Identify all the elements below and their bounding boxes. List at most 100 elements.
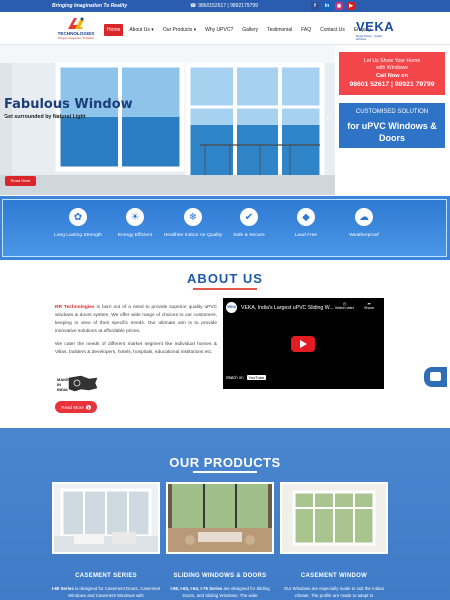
product-card-casement-series[interactable] [52,482,160,554]
about-para2: We cater the needs of different market s… [55,342,217,356]
header: TECHNOLOGIES Bringing Imagination To Rea… [0,12,450,45]
about-read-more-button[interactable]: Read More ❯ [55,401,97,413]
feature-long-lasting: ✿ Long Lasting Strength [48,208,108,239]
watch-later-button[interactable]: ◷ Watch later [335,301,354,310]
call-card-line1: Let Us Show Your Home [363,58,421,64]
main-nav: Home About Us ▾ Our Products ▾ Why UPVC?… [104,24,377,36]
chat-icon [430,372,441,381]
drop-icon: ◆ [297,208,315,226]
customised-solution-card[interactable]: CUSTOMISED SOLUTION for uPVC Windows & D… [339,103,445,148]
brand-name: RR Technologies [55,305,95,310]
read-more-label: Read More [61,404,84,410]
chat-widget-button[interactable] [424,367,447,387]
chevron-right-icon: ❯ [85,404,91,410]
share-label: Share [364,306,375,310]
phone-number[interactable]: 9860152617 | 9892179799 [198,3,258,9]
logo-mark-icon [68,17,84,29]
snowflake-icon: ❄ [184,208,202,226]
play-button-icon[interactable] [291,336,315,352]
about-underline [193,288,257,290]
features-box: ✿ Long Lasting Strength ☀ Energy Efficie… [2,199,447,257]
feature-weatherproof: ☁ Weatherproof [334,208,394,239]
hero-read-more-button[interactable]: Read More [5,176,36,186]
product-description: Our Windows are especially made to suit … [278,586,390,599]
products-section: OUR PRODUCTS CASEMENT SERIES SLIDING WIN… [0,428,450,600]
solution-card-line1: CUSTOMISED SOLUTION [355,109,429,115]
call-card-phones[interactable]: 98601 52617 | 98921 79799 [339,81,445,88]
nav-gallery[interactable]: Gallery [239,24,261,36]
nav-home[interactable]: Home [104,24,124,36]
product-description: I-60 Series is designed for Casement Doo… [50,586,162,599]
product-description: I-58, I-63, I-64, I-75 Series are design… [164,586,276,599]
nav-contact-us[interactable]: Contact Us [317,24,348,36]
logo-sub: Bringing Imagination To Reality [58,37,94,40]
watch-later-label: Watch later [335,306,355,310]
casement-window-image [282,484,386,552]
feature-label: Lead Free [294,233,318,238]
facebook-icon[interactable]: f [311,2,319,10]
linkedin-icon[interactable]: in [323,2,331,10]
feature-safe-secure: ✔ Safe & Secure [219,208,279,239]
instagram-icon[interactable]: ◉ [335,2,343,10]
feature-lead-free: ◆ Lead Free [276,208,336,239]
phone-icon: ☎ [190,3,197,9]
youtube-icon[interactable]: ▶ [347,2,355,10]
nav-our-products[interactable]: Our Products ▾ [160,24,199,36]
hero-slider[interactable]: Fabulous Window Get surrounded by Natura… [0,45,335,195]
video-title[interactable]: VEKA, India's Largest uPVC Sliding W... [241,305,334,311]
product-series-name: I-60 Series [51,586,74,591]
feature-label: Energy Efficient [117,233,153,238]
about-title: ABOUT US [187,271,263,286]
watch-on-youtube[interactable]: Watch on YouTube [226,375,267,380]
feature-label: Weatherproof [349,233,379,238]
make-in-india-logo: MAKE IN INDIA [57,375,98,392]
social-links: f in ◉ ▶ [311,2,355,10]
tagline: Bringing Imagination To Reality [52,3,128,9]
feature-label: Long Lasting Strength [54,233,102,238]
feature-energy-efficient: ☀ Energy Efficient [105,208,165,239]
feature-indoor-air: ❄ Healthier Indoor Air Quality [163,208,223,239]
bulb-icon: ☀ [126,208,144,226]
slider-prev-icon[interactable]: ‹ [3,112,6,122]
products-underline [193,471,257,473]
call-now-card[interactable]: Let Us Show Your Home with Windows Call … [339,52,445,95]
leaf-icon: ✿ [69,208,87,226]
share-button[interactable]: ➦ Share [364,301,374,310]
product-series-name: I-58, I-63, I-64, I-75 Series [170,586,223,591]
solution-card-line2: for uPVC Windows & Doors [347,121,437,143]
hero-title: Fabulous Window [4,97,133,112]
nav-faq[interactable]: FAQ [298,24,314,36]
products-title: OUR PRODUCTS [169,455,281,470]
call-card-line2: with Windows [376,65,408,71]
svg-text:INDIA: INDIA [57,387,68,392]
about-para1: RR Technologies is born out of a need to… [55,304,217,336]
top-bar: Bringing Imagination To Reality ☎ 9860152… [0,0,450,12]
veka-sub: Bridge Partner · Quality Windows [356,35,383,41]
nav-testimonial[interactable]: Testimonial [264,24,295,36]
site-logo[interactable]: TECHNOLOGIES Bringing Imagination To Rea… [54,17,98,43]
features-strip: ✿ Long Lasting Strength ☀ Energy Efficie… [0,196,450,260]
product-card-sliding[interactable] [166,482,274,554]
about-text: RR Technologies is born out of a need to… [55,304,217,363]
shield-icon: ✔ [240,208,258,226]
product-desc-text: Our Windows are especially made to suit … [283,586,385,598]
call-card-line3: Call Now on [375,73,408,79]
product-title[interactable]: SLIDING WINDOWS & DOORS [164,573,276,579]
hero-subtitle: Get surrounded by Natural Light [4,114,86,120]
veka-wordmark: VEKA [356,19,395,34]
channel-avatar[interactable]: VEKA [226,302,237,313]
hero-image [0,45,335,195]
phone-info[interactable]: ☎ 9860152617 | 9892179799 [190,3,258,9]
logo-name: TECHNOLOGIES [57,31,95,36]
product-card-casement-window[interactable] [280,482,388,554]
product-title[interactable]: CASEMENT SERIES [50,573,162,579]
nav-why-upvc[interactable]: Why UPVC? [202,24,236,36]
youtube-video-embed[interactable]: VEKA VEKA, India's Largest uPVC Sliding … [223,298,384,389]
casement-series-image [54,484,158,552]
feature-label: Healthier Indoor Air Quality [163,233,223,238]
sliding-image [168,484,272,552]
slider-next-icon[interactable]: › [326,112,329,122]
nav-about-us[interactable]: About Us ▾ [126,24,156,36]
veka-logo[interactable]: VEKA Bridge Partner · Quality Windows [356,19,395,42]
product-title[interactable]: CASEMENT WINDOW [278,573,390,579]
